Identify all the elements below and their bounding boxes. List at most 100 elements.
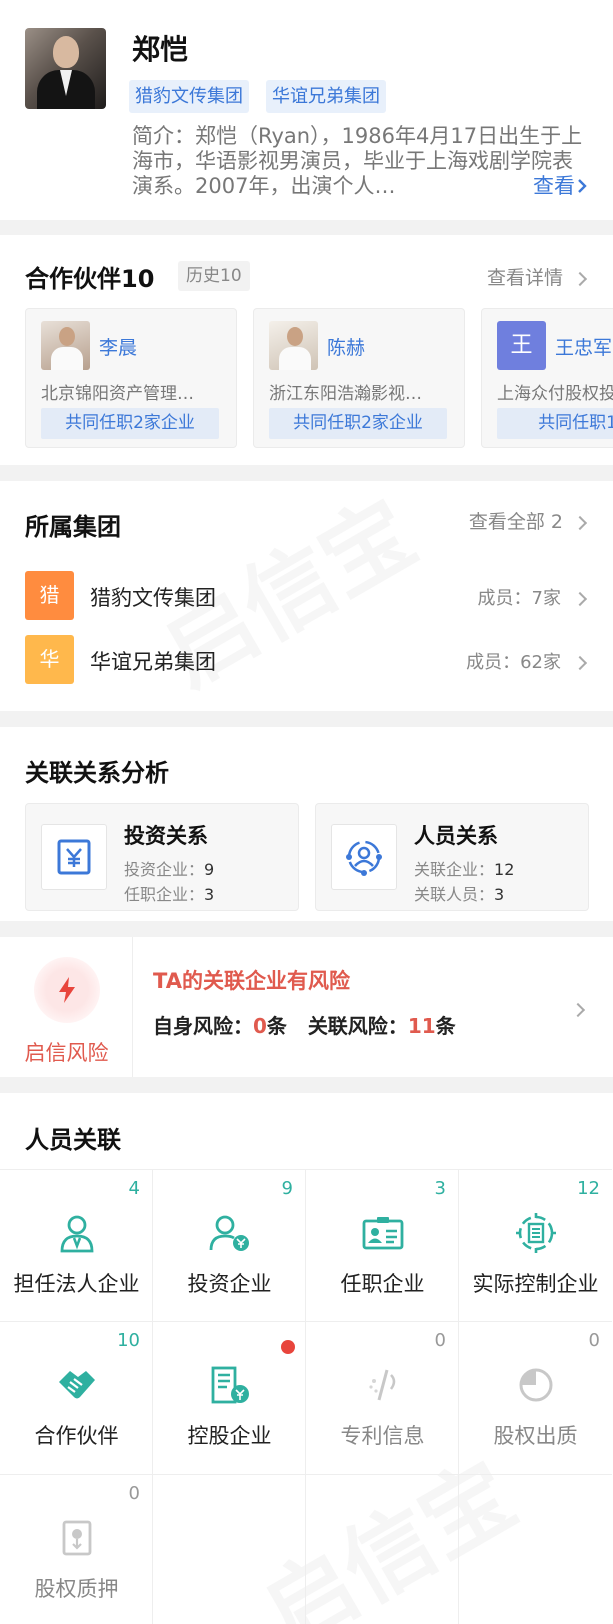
count-badge: 12 [577,1178,600,1199]
group-members: 成员：7家 [478,584,588,610]
groups-title: 所属集团 [25,513,121,541]
count-badge: 4 [128,1178,140,1199]
people-section: 启信宝 人员关联 4 担任法人企业 9 投资企业 3 任职企业 12 实际控制企… [0,1093,613,1624]
group-tag[interactable]: 猎豹文传集团 [129,80,249,113]
patent-icon [306,1362,459,1408]
invest-person-icon [153,1210,306,1256]
risk-label: 启信风险 [24,1041,109,1065]
grid-item-actual-control[interactable]: 12 实际控制企业 [459,1169,612,1322]
partner-avatar [41,321,90,370]
pledge-icon [0,1515,153,1561]
risk-stats: 自身风险：0条 关联风险：11条 [153,1014,456,1038]
partner-company: 上海众付股权投 [497,384,613,404]
partners-section: 合作伙伴10 历史10 查看详情 李晨 北京锦阳资产管理… 共同任职2家企业 陈… [0,235,613,465]
grid-empty-cell [459,1475,612,1624]
partner-name: 李晨 [99,337,138,359]
grid-item-label: 股权出质 [493,1424,578,1448]
lightning-icon [34,957,100,1023]
common-positions-badge: 共同任职2家企业 [269,408,447,439]
group-row[interactable]: 华 华谊兄弟集团 成员：62家 [0,635,613,685]
handshake-icon [0,1362,153,1408]
people-title: 人员关联 [25,1126,121,1154]
relation-title: 关联关系分析 [25,759,169,787]
relation-section: 关联关系分析 投资关系 投资企业：9 任职企业：3 人员关系 关联企业：12 关… [0,727,613,921]
group-icon: 华 [25,635,74,684]
risk-badge: 启信风险 [0,937,133,1077]
count-badge: 0 [588,1330,600,1351]
count-badge: 9 [281,1178,293,1199]
grid-item-holding[interactable]: 控股企业 [153,1322,306,1475]
grid-item-label: 担任法人企业 [13,1272,140,1296]
partner-name: 陈赫 [327,337,366,359]
grid-item-investment[interactable]: 9 投资企业 [153,1169,306,1322]
notification-dot [281,1340,295,1354]
common-positions-badge: 共同任职1家 [497,408,613,439]
common-positions-badge: 共同任职2家企业 [41,408,219,439]
risk-title: TA的关联企业有风险 [153,969,350,993]
profile-avatar [25,28,106,109]
control-building-icon [459,1210,612,1256]
grid-item-label: 任职企业 [340,1272,425,1296]
grid-empty-cell [306,1475,459,1624]
relation-card-title: 投资关系 [124,824,208,848]
chevron-right-icon [572,271,588,287]
count-badge: 10 [117,1330,140,1351]
chevron-right-icon [572,515,588,531]
grid-item-positions[interactable]: 3 任职企业 [306,1169,459,1322]
risk-banner[interactable]: 启信风险 TA的关联企业有风险 自身风险：0条 关联风险：11条 [0,937,613,1077]
grid-item-partners[interactable]: 10 合作伙伴 [0,1322,153,1475]
count-badge: 0 [128,1483,140,1504]
grid-item-label: 股权质押 [34,1577,119,1601]
group-row[interactable]: 猎 猎豹文传集团 成员：7家 [0,571,613,621]
group-name: 华谊兄弟集团 [90,650,216,674]
people-relation-card[interactable]: 人员关系 关联企业：12 关联人员：3 [315,803,589,911]
yuan-doc-icon [41,824,107,890]
group-icon: 猎 [25,571,74,620]
groups-section: 启信宝 所属集团 查看全部 2 猎 猎豹文传集团 成员：7家 华 华谊兄弟集团 … [0,481,613,711]
grid-item-label: 专利信息 [340,1424,425,1448]
count-badge: 0 [434,1330,446,1351]
view-all-link[interactable]: 查看全部 2 [469,507,588,534]
partners-title: 合作伙伴10 [25,265,155,293]
partner-avatar [269,321,318,370]
chevron-right-icon [572,591,588,607]
pie-icon [459,1362,612,1408]
partner-card[interactable]: 陈赫 浙江东阳浩瀚影视… 共同任职2家企业 [253,308,465,448]
grid-item-label: 实际控制企业 [472,1272,599,1296]
partner-card[interactable]: 李晨 北京锦阳资产管理… 共同任职2家企业 [25,308,237,448]
holding-building-icon [153,1362,306,1408]
grid-item-patents[interactable]: 0 专利信息 [306,1322,459,1475]
chevron-right-icon [570,1000,586,1019]
relation-stat: 关联人员：3 [414,885,505,904]
grid-item-label: 合作伙伴 [34,1424,119,1448]
chevron-right-icon [572,655,588,671]
partner-company: 北京锦阳资产管理… [41,384,194,404]
grid-item-label: 控股企业 [187,1424,272,1448]
relation-stat: 投资企业：9 [124,860,215,879]
partner-card[interactable]: 王 王忠军 上海众付股权投 共同任职1家 [481,308,613,448]
people-network-icon [331,824,397,890]
chevron-right-icon [578,179,587,193]
partner-avatar: 王 [497,321,546,370]
grid-item-label: 投资企业 [187,1272,272,1296]
person-name: 郑恺 [132,33,189,66]
view-more-link[interactable]: 查看 [525,174,587,199]
grid-empty-cell [153,1475,306,1624]
relation-stat: 任职企业：3 [124,885,215,904]
id-card-icon [306,1210,459,1256]
relation-stat: 关联企业：12 [414,860,515,879]
count-badge: 3 [434,1178,446,1199]
partner-name: 王忠军 [555,337,613,359]
history-badge[interactable]: 历史10 [178,261,250,291]
grid-item-legal-person[interactable]: 4 担任法人企业 [0,1169,153,1322]
grid-item-equity-pledge[interactable]: 0 股权质押 [0,1475,153,1624]
group-members: 成员：62家 [466,648,588,674]
profile-intro: 简介：郑恺（Ryan），1986年4月17日出生于上海市，华语影视男演员，毕业于… [132,124,587,199]
grid-item-equity-pledge-out[interactable]: 0 股权出质 [459,1322,612,1475]
profile-header: 郑恺 猎豹文传集团 华谊兄弟集团 简介：郑恺（Ryan），1986年4月17日出… [0,0,613,220]
partner-company: 浙江东阳浩瀚影视… [269,384,422,404]
view-details-link[interactable]: 查看详情 [487,263,588,290]
group-tag[interactable]: 华谊兄弟集团 [266,80,386,113]
investment-relation-card[interactable]: 投资关系 投资企业：9 任职企业：3 [25,803,299,911]
group-name: 猎豹文传集团 [90,586,216,610]
